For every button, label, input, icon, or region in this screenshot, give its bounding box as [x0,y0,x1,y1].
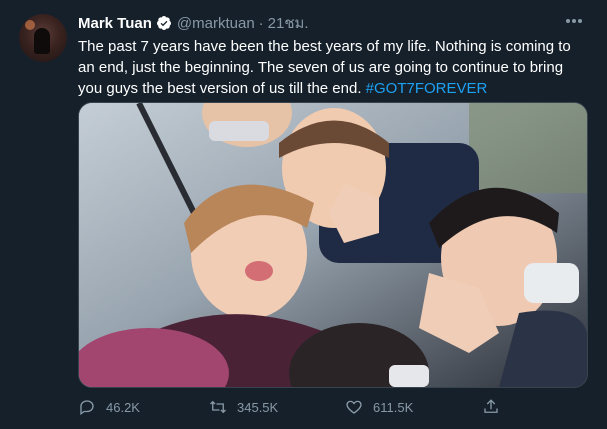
tweet-card[interactable]: Mark Tuan @marktuan · 21ชม. The past 7 y… [0,0,607,429]
tweet-actions: 46.2K 345.5K 611.5K [78,396,508,418]
hashtag-link[interactable]: #GOT7FOREVER [366,80,488,97]
reply-count: 46.2K [106,399,140,415]
tweet-text: The past 7 years have been the best year… [78,36,590,99]
like-button[interactable]: 611.5K [345,396,413,418]
avatar[interactable] [19,14,67,62]
verified-badge-icon [156,16,171,30]
more-dot [572,19,576,23]
avatar-figure-shape [34,28,50,54]
tweet-body: The past 7 years have been the best year… [78,38,571,97]
tweet-header: Mark Tuan @marktuan · 21ชม. [78,12,309,34]
more-options-icon[interactable] [563,12,585,30]
share-icon [484,399,498,413]
share-button[interactable] [482,396,510,418]
tweet-photo[interactable] [78,102,588,388]
user-handle[interactable]: @marktuan [177,15,255,32]
avatar-lamp-shape [25,20,35,30]
retweet-icon [210,400,226,414]
like-count: 611.5K [373,399,414,415]
timestamp[interactable]: 21ชม. [268,11,309,35]
separator-dot: · [258,14,264,32]
display-name[interactable]: Mark Tuan [78,15,152,32]
more-dot [566,19,570,23]
retweet-count: 345.5K [237,399,279,415]
group-selfie-illustration [79,103,587,387]
heart-icon [346,400,362,414]
retweet-button[interactable]: 345.5K [209,396,278,418]
reply-icon [80,400,94,416]
reply-button[interactable]: 46.2K [78,396,140,418]
more-dot [578,19,582,23]
